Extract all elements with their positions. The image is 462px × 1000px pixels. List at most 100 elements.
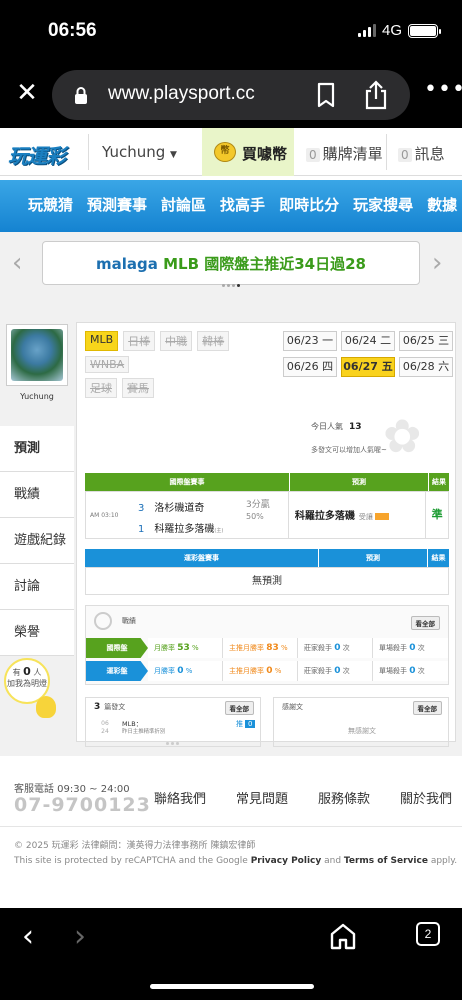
bookmark-icon[interactable] bbox=[316, 82, 336, 108]
sidebar-item-record[interactable]: 戰績 bbox=[0, 472, 74, 518]
date-button[interactable]: 06/26 四 bbox=[283, 357, 337, 377]
view-all-button[interactable]: 看全部 bbox=[412, 701, 442, 715]
privacy-link[interactable]: Privacy Policy bbox=[251, 856, 322, 866]
back-icon[interactable]: ‹ bbox=[22, 922, 34, 952]
footer-link[interactable]: 常見問題 bbox=[236, 788, 288, 807]
stats-title: 戰績 bbox=[122, 617, 136, 625]
nav-item[interactable]: 即時比分 bbox=[279, 194, 339, 215]
league-tag[interactable]: WNBA bbox=[85, 356, 130, 373]
terms-link[interactable]: Terms of Service bbox=[344, 856, 428, 866]
footer-link[interactable]: 聯絡我們 bbox=[154, 788, 206, 807]
result-badge: 準 bbox=[431, 508, 443, 521]
nav-item[interactable]: 討論區 bbox=[161, 194, 206, 215]
ticker-user: malaga bbox=[96, 255, 158, 273]
view-all-button[interactable]: 看全部 bbox=[410, 616, 440, 630]
msg-label: 訊息 bbox=[414, 145, 445, 163]
share-icon[interactable] bbox=[364, 80, 388, 110]
target-icon bbox=[94, 612, 112, 630]
stats-panel: 戰績 看全部 國際盤 月勝率 53 % 主推月勝率 83 % 莊家殺手 0 次 … bbox=[85, 605, 449, 685]
coin-icon: 幣 bbox=[214, 142, 236, 162]
signal-icon bbox=[357, 24, 376, 37]
popularity-value: 13 bbox=[349, 422, 362, 432]
footer-link[interactable]: 關於我們 bbox=[400, 788, 452, 807]
home-icon[interactable] bbox=[330, 922, 356, 950]
tabs-button[interactable]: 2 bbox=[416, 922, 440, 946]
league-tag[interactable]: 足球 bbox=[85, 378, 117, 398]
stats-row-intl: 國際盤 月勝率 53 % 主推月勝率 83 % 莊家殺手 0 次 單場殺手 0 … bbox=[86, 638, 450, 658]
user-menu[interactable]: Yuchung ▼ bbox=[102, 143, 177, 161]
hotline-phone[interactable]: 07-9700123 bbox=[14, 794, 151, 816]
team-away: 3 洛杉磯道奇 bbox=[138, 503, 205, 514]
url-text: www.playsport.cc bbox=[108, 83, 255, 104]
profile-section: Yuchung 預測 戰績 遊戲紀錄 討論 榮譽 有 0 人加我為明燈 MLB … bbox=[0, 304, 462, 756]
forward-icon[interactable]: › bbox=[74, 922, 86, 952]
address-bar[interactable]: www.playsport.cc bbox=[52, 70, 410, 120]
date-button[interactable]: 06/24 二 bbox=[341, 331, 395, 351]
chevron-left-icon[interactable]: ‹ bbox=[12, 248, 22, 278]
main-nav: 玩競猜 預測賽事 討論區 找高手 即時比分 玩家搜尋 數據 bbox=[0, 180, 462, 232]
lock-icon bbox=[75, 87, 87, 104]
empty-state: 無感謝文 bbox=[348, 727, 376, 735]
league-tag[interactable]: 韓棒 bbox=[197, 331, 230, 351]
ticker-item[interactable]: malaga MLB 國際盤主推近34日過28 bbox=[42, 241, 420, 285]
recaptcha-note: This site is protected by reCAPTCHA and … bbox=[14, 856, 458, 866]
network-label: 4G bbox=[381, 22, 402, 39]
stats-row-lottery: 運彩盤 月勝率 0 % 主推月勝率 0 % 莊家殺手 0 次 單場殺手 0 次 bbox=[86, 661, 450, 681]
chevron-right-icon[interactable]: › bbox=[432, 248, 442, 278]
lottery-table-header: 運彩盤賽事 預測 結果 bbox=[85, 549, 449, 567]
handicap: 3分贏 bbox=[246, 500, 270, 510]
sidebar-username: Yuchung bbox=[20, 392, 54, 401]
footer-links: 聯絡我們 常見問題 服務條款 關於我們 bbox=[154, 788, 452, 807]
nav-item[interactable]: 找高手 bbox=[220, 194, 265, 215]
nav-item[interactable]: 玩競猜 bbox=[28, 194, 73, 215]
sidebar-item-game-log[interactable]: 遊戲紀錄 bbox=[0, 518, 74, 564]
table-row: AM 03:10 3 洛杉磯道奇 1 科羅拉多落磯(主) 3分贏 50% 科羅拉多落… bbox=[85, 491, 449, 539]
league-tag[interactable]: 中職 bbox=[160, 331, 193, 351]
site-logo[interactable]: 玩運彩 bbox=[8, 140, 66, 169]
nav-item[interactable]: 玩家搜尋 bbox=[353, 194, 413, 215]
date-button[interactable]: 06/28 六 bbox=[399, 357, 453, 377]
ticker-text: MLB 國際盤主推近34日過28 bbox=[163, 255, 366, 273]
ticker-carousel: ‹ malaga MLB 國際盤主推近34日過28 › bbox=[0, 232, 462, 304]
popularity-note: 多發文可以增加人氣喔~ bbox=[311, 446, 387, 454]
more-icon[interactable]: ••• bbox=[424, 79, 462, 101]
clock: 06:56 bbox=[48, 20, 97, 41]
hotline-label: 客服電話 09:30 ~ 24:00 bbox=[14, 784, 130, 795]
game-time: AM 03:10 bbox=[90, 512, 119, 519]
date-button[interactable]: 06/25 三 bbox=[399, 331, 453, 351]
browser-bottom-bar: ‹ › 2 bbox=[0, 908, 462, 1000]
coins-label: 買噱幣 bbox=[242, 145, 288, 163]
chevron-down-icon: ▼ bbox=[170, 150, 177, 160]
nav-item[interactable]: 預測賽事 bbox=[87, 194, 147, 215]
close-icon[interactable]: ✕ bbox=[14, 78, 40, 108]
sidebar-item-predictions[interactable]: 預測 bbox=[0, 426, 74, 472]
prediction-card: MLB 日棒 中職 韓棒 WNBA 足球 賽馬 06/23 一 06/24 二 … bbox=[76, 322, 456, 747]
intl-table-header: 國際盤賽事 預測 結果 bbox=[85, 473, 449, 491]
empty-state: 無預測 bbox=[85, 567, 449, 595]
view-all-button[interactable]: 看全部 bbox=[224, 701, 254, 715]
fans-badge[interactable]: 有 0 人加我為明燈 bbox=[4, 658, 60, 718]
thanks-panel: 感謝文 看全部 無感謝文 bbox=[273, 697, 449, 747]
league-tag[interactable]: 賽馬 bbox=[122, 378, 154, 398]
nav-item[interactable]: 數據 bbox=[427, 194, 457, 215]
cart-link[interactable]: 0 購牌清單 bbox=[306, 143, 383, 164]
decoration-icon: ✿ bbox=[383, 409, 422, 463]
league-tag[interactable]: 日棒 bbox=[123, 331, 156, 351]
avatar[interactable] bbox=[6, 324, 68, 386]
divider bbox=[386, 134, 387, 170]
coins-button[interactable]: 幣 買噱幣 bbox=[202, 128, 294, 176]
username: Yuchung bbox=[102, 143, 166, 161]
messages-link[interactable]: 0 訊息 bbox=[398, 143, 445, 164]
fans-count: 0 bbox=[23, 665, 31, 678]
battery-icon bbox=[408, 23, 441, 38]
home-indicator bbox=[150, 984, 314, 989]
divider bbox=[0, 826, 462, 827]
league-tag-mlb[interactable]: MLB bbox=[85, 331, 119, 351]
handicap-pct: 50% bbox=[246, 512, 264, 521]
sidebar-item-discussion[interactable]: 討論 bbox=[0, 564, 74, 610]
msg-count: 0 bbox=[398, 148, 412, 162]
date-button-selected[interactable]: 06/27 五 bbox=[341, 357, 395, 377]
footer-link[interactable]: 服務條款 bbox=[318, 788, 370, 807]
sidebar-item-honors[interactable]: 榮譽 bbox=[0, 610, 74, 656]
date-button[interactable]: 06/23 一 bbox=[283, 331, 337, 351]
